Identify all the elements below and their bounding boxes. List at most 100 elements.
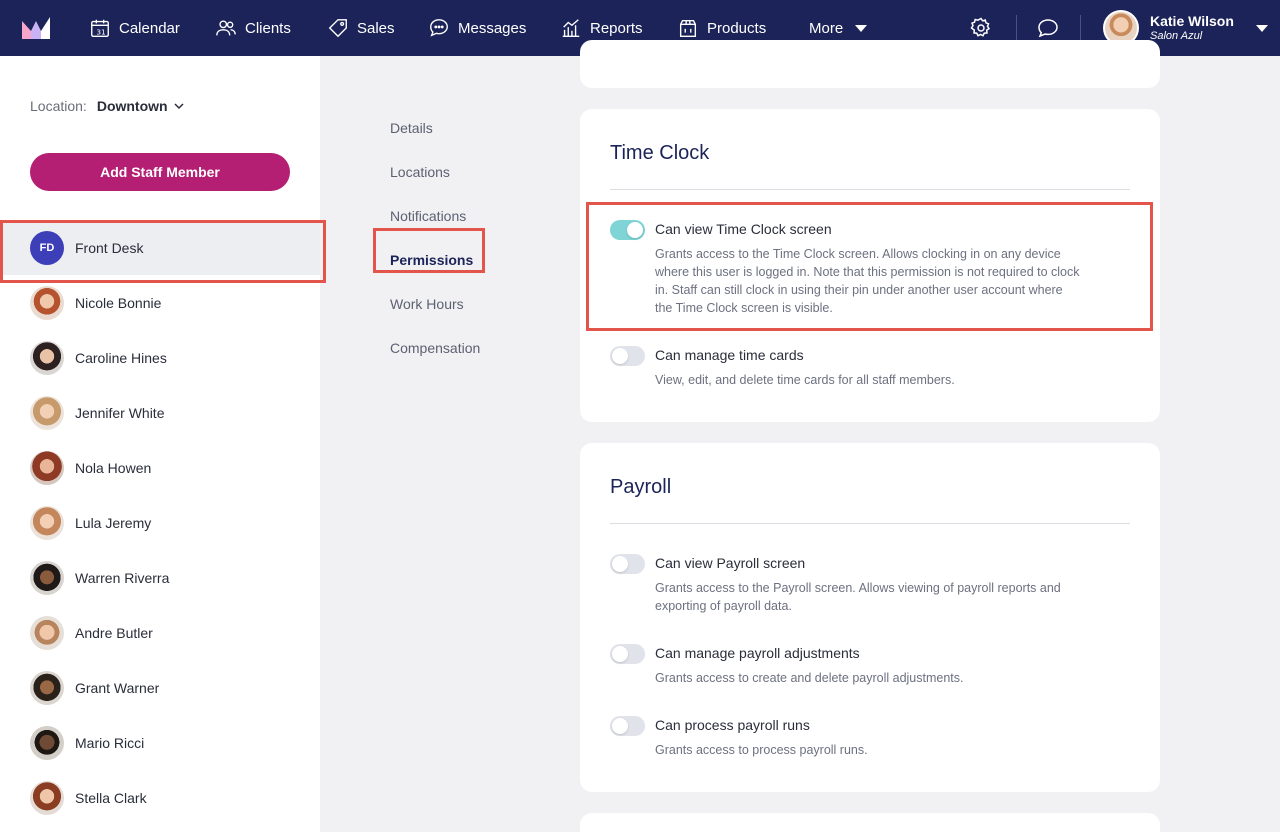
time-clock-permission-highlight-box — [586, 202, 1153, 331]
box-icon — [679, 19, 697, 37]
permission-title: Can manage payroll adjustments — [655, 645, 860, 661]
tag-icon — [328, 19, 347, 38]
permission-view-payroll: Can view Payroll screen Grants access to… — [610, 554, 1090, 614]
permission-description: Grants access to create and delete payro… — [655, 671, 964, 685]
permission-description: Grants access to process payroll runs. — [655, 743, 868, 757]
staff-item-stella-clark[interactable]: Stella Clark — [0, 770, 320, 825]
salon-name: Salon Azul — [1150, 29, 1203, 42]
staff-item-warren-riverra[interactable]: Warren Riverra — [0, 550, 320, 605]
staff-item-lula-jeremy[interactable]: Lula Jeremy — [0, 495, 320, 550]
staff-sidebar: Location: Downtown Add Staff Member FD F… — [0, 56, 326, 832]
payroll-title: Payroll — [610, 476, 672, 498]
avatar — [30, 615, 64, 650]
avatar — [30, 725, 64, 760]
staff-item-front-desk[interactable]: FD Front Desk — [0, 220, 326, 283]
chevron-down-icon — [1255, 24, 1268, 32]
location-value: Downtown — [96, 98, 168, 114]
permission-title: Can manage time cards — [655, 347, 804, 363]
toggle-knob — [612, 348, 628, 364]
process-payroll-runs-toggle[interactable] — [610, 716, 645, 736]
avatar — [30, 560, 64, 595]
staff-name: Nicole Bonnie — [75, 294, 162, 311]
nav-clients-label: Clients — [245, 19, 291, 37]
nav-calendar-label: Calendar — [119, 19, 180, 37]
view-payroll-toggle[interactable] — [610, 554, 645, 574]
chevron-down-icon — [855, 24, 868, 32]
staff-item-mario-ricci[interactable]: Mario Ricci — [0, 715, 320, 770]
staff-list: FD Front Desk Nicole Bonnie Caroline Hin… — [0, 220, 326, 825]
permissions-highlight-box — [373, 228, 485, 273]
manage-time-cards-toggle[interactable] — [610, 346, 645, 366]
location-label: Location: — [30, 98, 87, 114]
permission-process-payroll-runs: Can process payroll runs Grants access t… — [610, 716, 1090, 761]
toggle-knob — [612, 556, 628, 572]
staff-name: Grant Warner — [75, 679, 160, 696]
staff-name: Warren Riverra — [75, 569, 170, 586]
clients-icon — [216, 20, 236, 36]
gear-icon — [970, 17, 991, 37]
add-staff-member-button[interactable]: Add Staff Member — [30, 153, 290, 191]
svg-text:31: 31 — [96, 27, 105, 36]
avatar — [30, 395, 64, 430]
staff-item-jennifer-white[interactable]: Jennifer White — [0, 385, 320, 440]
avatar — [30, 780, 64, 815]
subnav-compensation[interactable]: Compensation — [390, 326, 530, 370]
speech-bubble-icon — [1038, 19, 1058, 38]
staff-name: Lula Jeremy — [75, 514, 152, 531]
staff-name: Nola Howen — [75, 459, 152, 476]
staff-item-andre-butler[interactable]: Andre Butler — [0, 605, 320, 660]
avatar — [30, 285, 64, 320]
brand-logo-icon[interactable] — [22, 17, 50, 39]
staff-name: Mario Ricci — [75, 734, 145, 751]
nav-reports-label: Reports — [590, 19, 643, 37]
staff-name: Front Desk — [75, 239, 144, 256]
nav-sales-label: Sales — [357, 19, 395, 37]
nav-messages-label: Messages — [458, 19, 527, 37]
nav-divider — [1080, 15, 1081, 41]
permission-manage-payroll-adjustments: Can manage payroll adjustments Grants ac… — [610, 644, 1090, 689]
permission-title: Can process payroll runs — [655, 717, 810, 733]
divider — [610, 189, 1130, 190]
avatar — [30, 505, 64, 540]
divider — [610, 523, 1130, 524]
time-clock-title: Time Clock — [610, 142, 710, 164]
subnav-work-hours[interactable]: Work Hours — [390, 282, 530, 326]
permission-description: Grants access to the Payroll screen. All… — [655, 581, 1061, 613]
staff-name: Jennifer White — [75, 404, 165, 421]
nav-products-label: Products — [707, 19, 767, 37]
chat-button[interactable] — [1036, 16, 1060, 40]
staff-item-nicole-bonnie[interactable]: Nicole Bonnie — [0, 275, 320, 330]
user-name: Katie Wilson — [1150, 13, 1234, 30]
bar-chart-icon — [562, 19, 580, 37]
payroll-card: Payroll Can view Payroll screen Grants a… — [580, 443, 1160, 792]
chat-bubble-icon — [430, 19, 448, 37]
toggle-knob — [612, 646, 628, 662]
staff-name: Andre Butler — [75, 624, 153, 641]
nav-more-label: More — [809, 19, 844, 37]
avatar: FD — [30, 230, 64, 265]
staff-item-caroline-hines[interactable]: Caroline Hines — [0, 330, 320, 385]
nav-sales[interactable]: Sales — [327, 0, 395, 56]
staff-item-nola-howen[interactable]: Nola Howen — [0, 440, 320, 495]
nav-calendar[interactable]: 31 Calendar — [89, 0, 180, 56]
manage-payroll-adjustments-toggle[interactable] — [610, 644, 645, 664]
calendar-icon: 31 — [91, 19, 109, 37]
nav-divider — [1016, 15, 1017, 41]
nav-messages[interactable]: Messages — [428, 0, 526, 56]
next-permissions-card — [580, 813, 1160, 832]
permission-description: View, edit, and delete time cards for al… — [655, 373, 955, 387]
permission-manage-time-cards: Can manage time cards View, edit, and de… — [610, 346, 1090, 396]
subnav-locations[interactable]: Locations — [390, 150, 530, 194]
settings-button[interactable] — [969, 16, 993, 40]
previous-permissions-card — [580, 40, 1160, 88]
location-selector[interactable]: Location: Downtown — [30, 98, 184, 114]
staff-name: Caroline Hines — [75, 349, 167, 366]
avatar — [30, 670, 64, 705]
staff-name: Stella Clark — [75, 789, 147, 806]
nav-clients[interactable]: Clients — [215, 0, 291, 56]
chevron-down-icon — [174, 103, 184, 110]
subnav-details[interactable]: Details — [390, 106, 530, 150]
permission-title: Can view Payroll screen — [655, 555, 806, 571]
staff-item-grant-warner[interactable]: Grant Warner — [0, 660, 320, 715]
toggle-knob — [612, 718, 628, 734]
